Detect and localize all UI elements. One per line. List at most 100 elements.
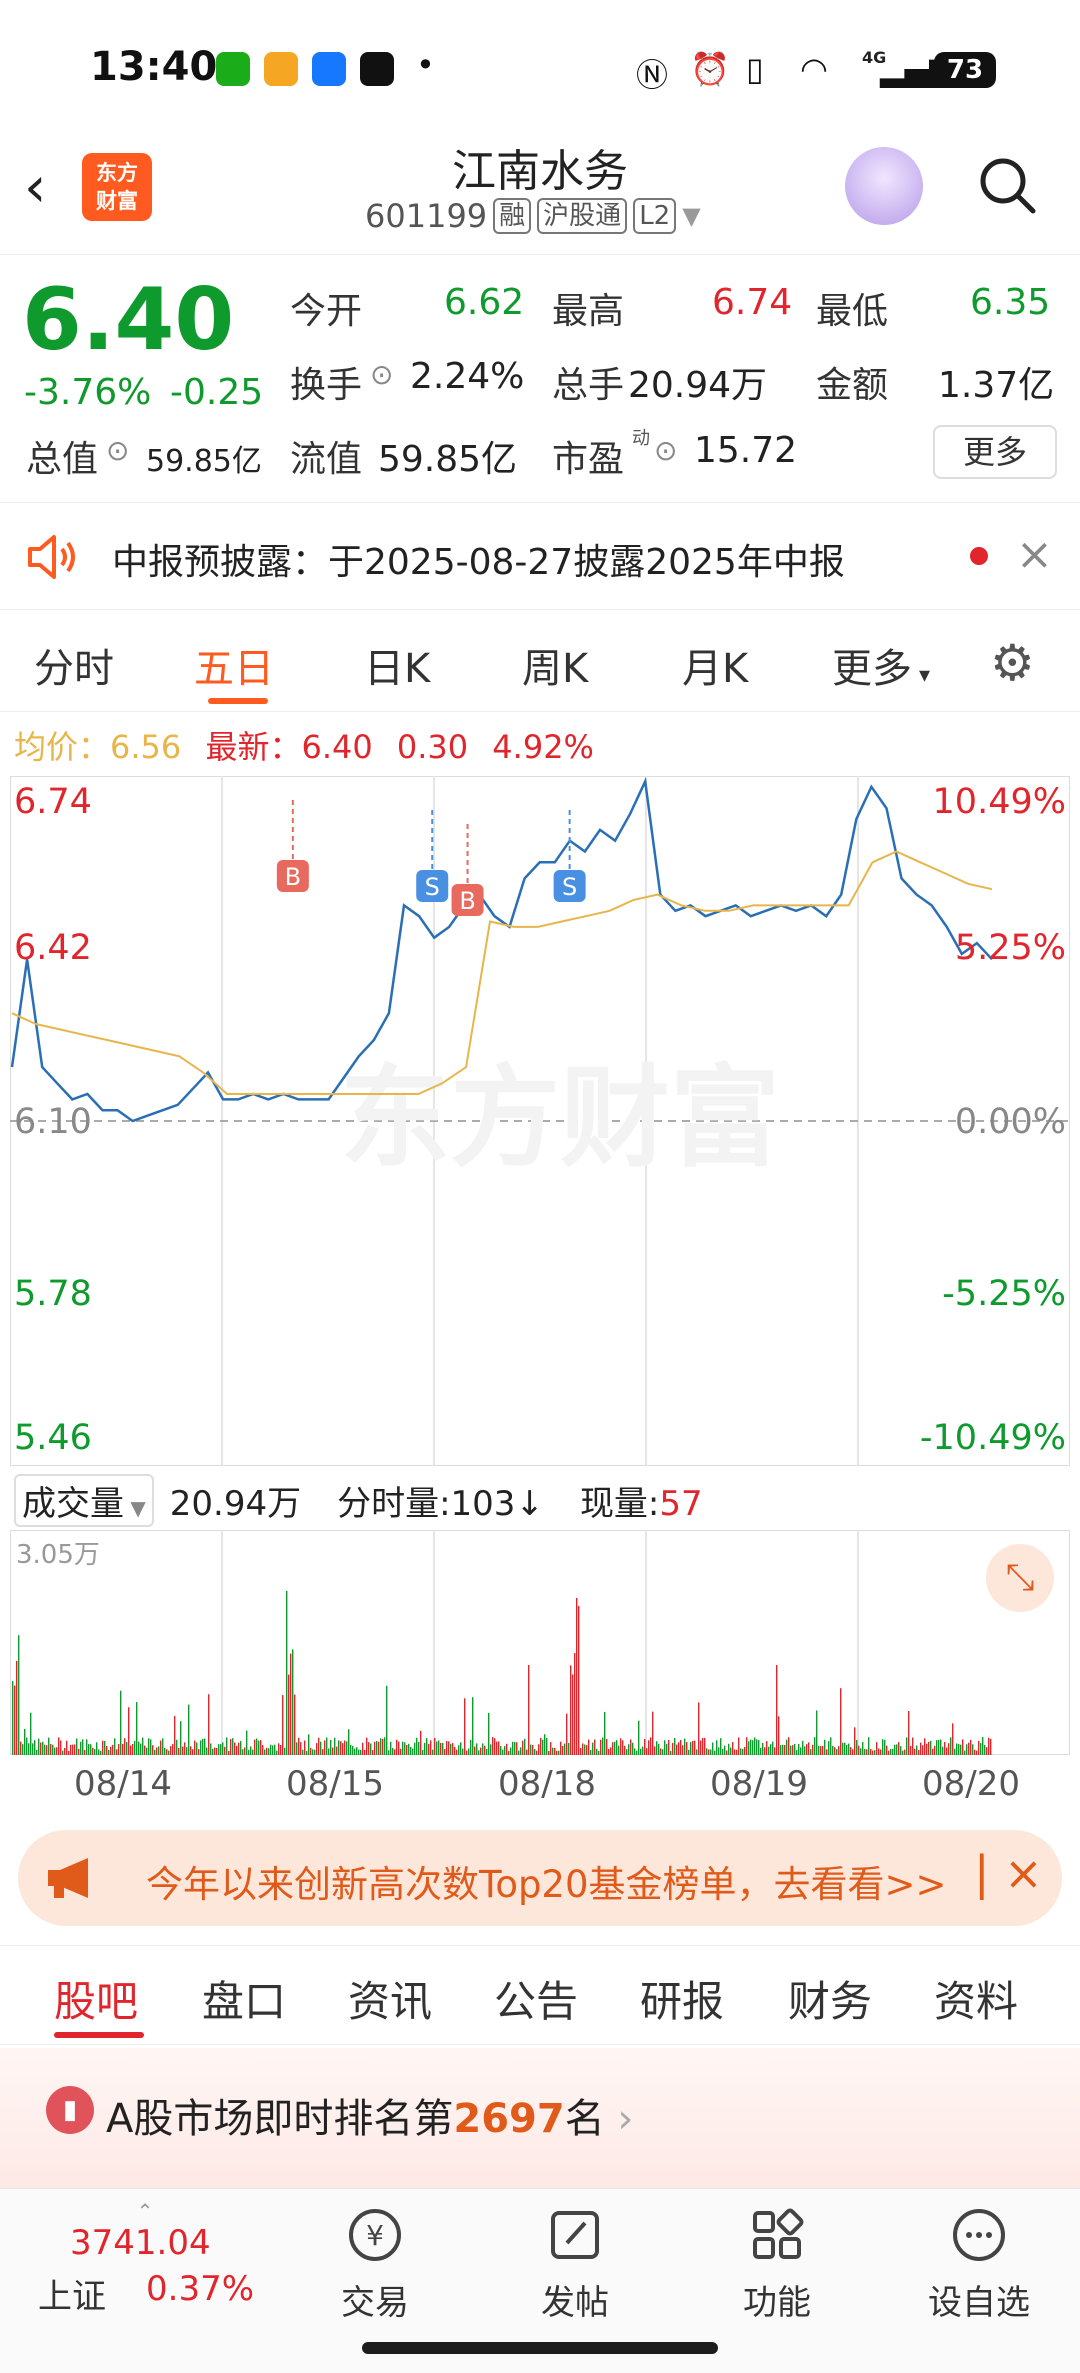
volume-bar (186, 1747, 188, 1755)
volume-bar (66, 1740, 68, 1755)
close-icon[interactable]: × (1016, 529, 1053, 580)
volume-bar (654, 1746, 656, 1755)
tab-announcements[interactable]: 公告 (494, 1968, 578, 2029)
volume-bar (896, 1744, 898, 1755)
volume-bar (534, 1749, 536, 1755)
volume-bar (366, 1737, 368, 1755)
volume-bar (242, 1749, 244, 1755)
volume-bar (164, 1747, 166, 1755)
volume-bar (620, 1738, 622, 1755)
tab-forum[interactable]: 股吧 (54, 1968, 138, 2029)
close-icon[interactable]: | × (974, 1846, 1043, 1900)
stock-header: 江南水务 ‹ 东方 财富 601199 融 沪股通 L2 ▼ (0, 135, 1080, 255)
expand-icon[interactable]: ⤡ (986, 1544, 1054, 1612)
notice-text: 中报预披露：于2025-08-27披露2025年中报 (112, 542, 845, 583)
volume-bar (510, 1747, 512, 1755)
nav-trade[interactable]: ¥ 交易 (310, 2205, 440, 2324)
more-button[interactable]: 更多 (933, 425, 1057, 479)
volume-bar (48, 1737, 50, 1755)
tab-orderbook[interactable]: 盘口 (202, 1968, 286, 2029)
tab-financials[interactable]: 财务 (788, 1968, 872, 2029)
volume-bar (484, 1745, 486, 1755)
index-ticker[interactable]: ⌃ 3741.04 上证 0.37% (20, 2199, 270, 2339)
volume-bar (906, 1737, 908, 1755)
volume-bar (382, 1738, 384, 1755)
tab-daily-k[interactable]: 日K (364, 636, 430, 694)
high-label: 最高 (552, 291, 625, 332)
tab-news[interactable]: 资讯 (348, 1968, 432, 2029)
volume-bar (402, 1741, 404, 1755)
volume-bar (834, 1747, 836, 1755)
volume-bar (140, 1743, 142, 1755)
volume-bar (938, 1739, 940, 1755)
volume-bar (278, 1743, 280, 1755)
volume-bar (680, 1739, 682, 1755)
tab-weekly-k[interactable]: 周K (522, 636, 588, 694)
nav-post[interactable]: 发帖 (510, 2205, 640, 2324)
volume-bar (498, 1741, 500, 1755)
volume-bar (70, 1744, 72, 1755)
section-tabs: 股吧 盘口 资讯 公告 研报 财务 资料 (0, 1945, 1080, 2045)
volume-bar (844, 1742, 846, 1755)
back-icon[interactable]: ‹ (24, 155, 46, 220)
tab-intraday[interactable]: 分时 (34, 636, 114, 694)
info-icon[interactable]: ⊙ (654, 434, 677, 467)
volume-bar (56, 1747, 58, 1755)
home-indicator[interactable] (362, 2342, 718, 2354)
low-label: 最低 (816, 291, 889, 332)
volume-bar (774, 1747, 776, 1755)
info-icon[interactable]: ⊙ (370, 358, 393, 391)
volume-bar (238, 1742, 240, 1755)
volume-bar (144, 1745, 146, 1755)
volume-bar (64, 1747, 66, 1755)
volume-bar (794, 1743, 796, 1755)
volume-bar (258, 1740, 260, 1755)
market-rank-row[interactable]: ▮ A股市场即时排名第2697名 › (0, 2048, 1080, 2188)
nav-add-watchlist[interactable]: 设自选 (914, 2205, 1044, 2324)
volume-bar (188, 1704, 190, 1755)
tab-more[interactable]: 更多 ▾ (832, 636, 930, 694)
volume-bar (790, 1745, 792, 1755)
volume-bar (850, 1747, 852, 1755)
assistant-robot-icon[interactable] (845, 147, 923, 225)
eastmoney-logo[interactable]: 东方 财富 (82, 153, 152, 221)
five-day-price-chart[interactable]: 东方财富 BSBS (10, 776, 1070, 1466)
nav-functions[interactable]: 功能 (712, 2205, 842, 2324)
info-icon[interactable]: ⊙ (106, 434, 129, 467)
volume-bar (350, 1744, 352, 1755)
volume-bar (264, 1749, 266, 1755)
volume-bar (766, 1741, 768, 1755)
volume-bar (854, 1727, 856, 1755)
volume-bar (348, 1729, 350, 1755)
volume-bar (76, 1738, 78, 1755)
tab-research[interactable]: 研报 (640, 1968, 724, 2029)
status-time: 13:40 (90, 44, 218, 90)
logo-line-2: 财富 (96, 189, 138, 213)
volume-bar (640, 1748, 642, 1755)
volume-bar (408, 1743, 410, 1755)
volume-bar (858, 1745, 860, 1755)
tab-monthly-k[interactable]: 月K (682, 636, 748, 694)
volume-chart[interactable] (10, 1530, 1070, 1755)
volume-indicator-dropdown[interactable]: 成交量 ▼ (14, 1474, 154, 1527)
volume-bar (52, 1744, 54, 1755)
promo-banner[interactable]: 今年以来创新高次数Top20基金榜单，去看看>> | × (18, 1830, 1062, 1926)
volume-bar (550, 1742, 552, 1755)
volume-bar (742, 1748, 744, 1755)
volume-bar (744, 1747, 746, 1755)
settings-gear-icon[interactable]: ⚙ (990, 634, 1035, 692)
volume-bar (128, 1707, 130, 1755)
stock-code-line[interactable]: 601199 融 沪股通 L2 ▼ (365, 197, 701, 235)
notice-bar[interactable]: 中报预披露：于2025-08-27披露2025年中报 × (0, 502, 1080, 610)
volume-bar (388, 1750, 390, 1755)
tab-profile[interactable]: 资料 (934, 1968, 1018, 2029)
volume-bar (676, 1744, 678, 1755)
volume-bar (990, 1738, 992, 1755)
volume-bar (822, 1746, 824, 1755)
volume-bar (538, 1744, 540, 1755)
search-icon[interactable] (975, 153, 1039, 217)
vibrate-icon: ▯ (746, 50, 764, 88)
volume-bar (860, 1748, 862, 1755)
volume-bar (322, 1749, 324, 1755)
tab-five-day[interactable]: 五日 (194, 636, 274, 694)
